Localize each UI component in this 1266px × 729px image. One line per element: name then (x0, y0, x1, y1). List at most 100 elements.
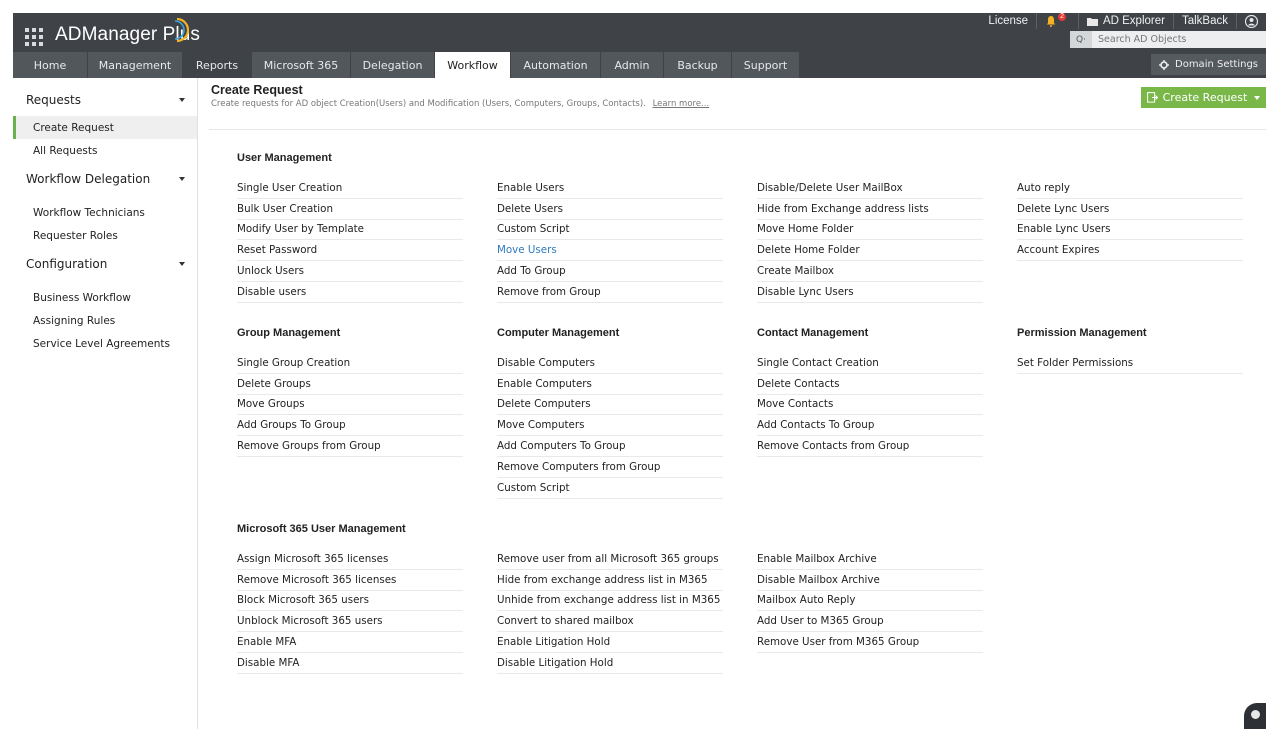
tab-backup[interactable]: Backup (664, 52, 732, 78)
tab-reports[interactable]: Reports (183, 52, 252, 78)
action-link[interactable]: Add Contacts To Group (757, 415, 983, 437)
action-link-hovered[interactable]: Move Users (497, 240, 723, 262)
sidebar-item-workflow-technicians[interactable]: Workflow Technicians (13, 201, 197, 224)
action-link[interactable]: Unlock Users (237, 261, 463, 282)
action-link[interactable]: Bulk User Creation (237, 199, 463, 220)
action-link[interactable]: Hide from exchange address list in M365 (497, 570, 723, 591)
sidebar-item-business-workflow[interactable]: Business Workflow (13, 286, 197, 309)
action-link[interactable]: Custom Script (497, 478, 723, 499)
sidebar-section-configuration[interactable]: Configuration (13, 247, 197, 280)
user-mgmt-col-2: Enable Users Delete Users Custom Script … (497, 178, 723, 303)
action-link[interactable]: Custom Script (497, 220, 723, 241)
user-mgmt-col-1: Single User Creation Bulk User Creation … (237, 178, 463, 303)
action-link[interactable]: Add Groups To Group (237, 415, 463, 437)
action-link[interactable]: Delete Contacts (757, 374, 983, 395)
ad-explorer-link[interactable]: AD Explorer (1077, 13, 1173, 29)
user-mgmt-col-4: Auto reply Delete Lync Users Enable Lync… (1017, 178, 1243, 262)
action-link[interactable]: Disable/Delete User MailBox (757, 178, 983, 199)
caret-down-icon (179, 262, 185, 266)
tab-support[interactable]: Support (732, 52, 800, 78)
action-link[interactable]: Single Contact Creation (757, 353, 983, 374)
action-link[interactable]: Delete Lync Users (1017, 199, 1243, 220)
action-link[interactable]: Auto reply (1017, 178, 1243, 199)
notification-count-badge: 2 (1058, 13, 1066, 21)
tab-home[interactable]: Home (13, 52, 88, 78)
action-link[interactable]: Assign Microsoft 365 licenses (237, 549, 463, 570)
action-link[interactable]: Enable Users (497, 178, 723, 199)
action-link[interactable]: Remove from Group (497, 282, 723, 303)
action-link[interactable]: Remove Contacts from Group (757, 436, 983, 457)
action-link[interactable]: Delete Computers (497, 395, 723, 416)
action-link[interactable]: Single Group Creation (237, 353, 463, 374)
action-link[interactable]: Delete Home Folder (757, 240, 983, 262)
action-link[interactable]: Account Expires (1017, 240, 1243, 262)
tab-admin[interactable]: Admin (601, 52, 664, 78)
action-link[interactable]: Disable Litigation Hold (497, 653, 723, 674)
action-link[interactable]: Disable Computers (497, 353, 723, 374)
action-link[interactable]: Block Microsoft 365 users (237, 591, 463, 612)
action-link[interactable]: Delete Groups (237, 374, 463, 395)
action-link[interactable]: Remove Computers from Group (497, 457, 723, 478)
action-link[interactable]: Move Computers (497, 415, 723, 437)
action-link[interactable]: Enable MFA (237, 632, 463, 653)
action-link[interactable]: Disable users (237, 282, 463, 303)
sidebar-item-sla[interactable]: Service Level Agreements (13, 332, 197, 355)
action-link[interactable]: Add Computers To Group (497, 436, 723, 457)
action-link[interactable]: Disable MFA (237, 653, 463, 674)
talkback-link[interactable]: TalkBack (1172, 13, 1236, 29)
notifications-button[interactable]: 2 (1036, 13, 1078, 29)
tab-microsoft-365[interactable]: Microsoft 365 (252, 52, 351, 78)
folder-icon (1086, 17, 1098, 26)
chat-assistant-icon[interactable] (1244, 703, 1266, 729)
sidebar-section-requests[interactable]: Requests (13, 83, 197, 116)
create-request-button[interactable]: Create Request (1141, 87, 1266, 108)
search-icon[interactable]: Q· (1070, 31, 1092, 48)
action-link[interactable]: Remove Groups from Group (237, 436, 463, 457)
sidebar-item-requester-roles[interactable]: Requester Roles (13, 224, 197, 247)
sidebar-item-create-request[interactable]: Create Request (13, 116, 197, 139)
action-link[interactable]: Modify User by Template (237, 220, 463, 241)
action-link[interactable]: Enable Lync Users (1017, 220, 1243, 241)
action-link[interactable]: Move Groups (237, 395, 463, 416)
action-link[interactable]: Hide from Exchange address lists (757, 199, 983, 220)
action-link[interactable]: Add To Group (497, 261, 723, 282)
action-link[interactable]: Remove User from M365 Group (757, 632, 983, 653)
action-link[interactable]: Move Contacts (757, 395, 983, 416)
action-link[interactable]: Reset Password (237, 240, 463, 262)
action-link[interactable]: Remove user from all Microsoft 365 group… (497, 549, 723, 570)
action-link[interactable]: Unhide from exchange address list in M36… (497, 591, 723, 612)
app-window: ADManager Plus License 2 AD Explorer Tal… (13, 13, 1266, 729)
action-link[interactable]: Mailbox Auto Reply (757, 591, 983, 612)
app-grid-icon[interactable] (25, 28, 43, 46)
tab-workflow[interactable]: Workflow (435, 52, 511, 78)
domain-settings-button[interactable]: Domain Settings (1151, 54, 1266, 75)
action-link[interactable]: Disable Mailbox Archive (757, 570, 983, 591)
action-link[interactable]: Set Folder Permissions (1017, 353, 1243, 374)
tab-delegation[interactable]: Delegation (351, 52, 435, 78)
action-link[interactable]: Move Home Folder (757, 220, 983, 241)
action-link[interactable]: Add User to M365 Group (757, 611, 983, 633)
tab-automation[interactable]: Automation (511, 52, 601, 78)
search-input[interactable] (1092, 34, 1262, 45)
action-link[interactable]: Disable Lync Users (757, 282, 983, 303)
sidebar-item-all-requests[interactable]: All Requests (13, 139, 197, 162)
action-link[interactable]: Convert to shared mailbox (497, 611, 723, 633)
sidebar-item-assigning-rules[interactable]: Assigning Rules (13, 309, 197, 332)
action-link[interactable]: Create Mailbox (757, 261, 983, 282)
learn-more-link[interactable]: Learn more... (653, 99, 710, 109)
tab-management[interactable]: Management (88, 52, 183, 78)
action-link[interactable]: Remove Microsoft 365 licenses (237, 570, 463, 591)
action-link[interactable]: Unblock Microsoft 365 users (237, 611, 463, 633)
action-link[interactable]: Enable Litigation Hold (497, 632, 723, 653)
action-link[interactable]: Single User Creation (237, 178, 463, 199)
action-link[interactable]: Enable Computers (497, 374, 723, 395)
section-title-computer-management: Computer Management (497, 327, 620, 339)
group-mgmt-list: Single Group Creation Delete Groups Move… (237, 353, 463, 457)
search-bar: Q· (1070, 31, 1266, 48)
user-avatar[interactable] (1236, 13, 1266, 29)
license-link[interactable]: License (980, 13, 1036, 29)
sidebar-section-workflow-delegation[interactable]: Workflow Delegation (13, 162, 197, 195)
action-link[interactable]: Enable Mailbox Archive (757, 549, 983, 570)
m365-col-3: Enable Mailbox Archive Disable Mailbox A… (757, 549, 983, 653)
action-link[interactable]: Delete Users (497, 199, 723, 220)
